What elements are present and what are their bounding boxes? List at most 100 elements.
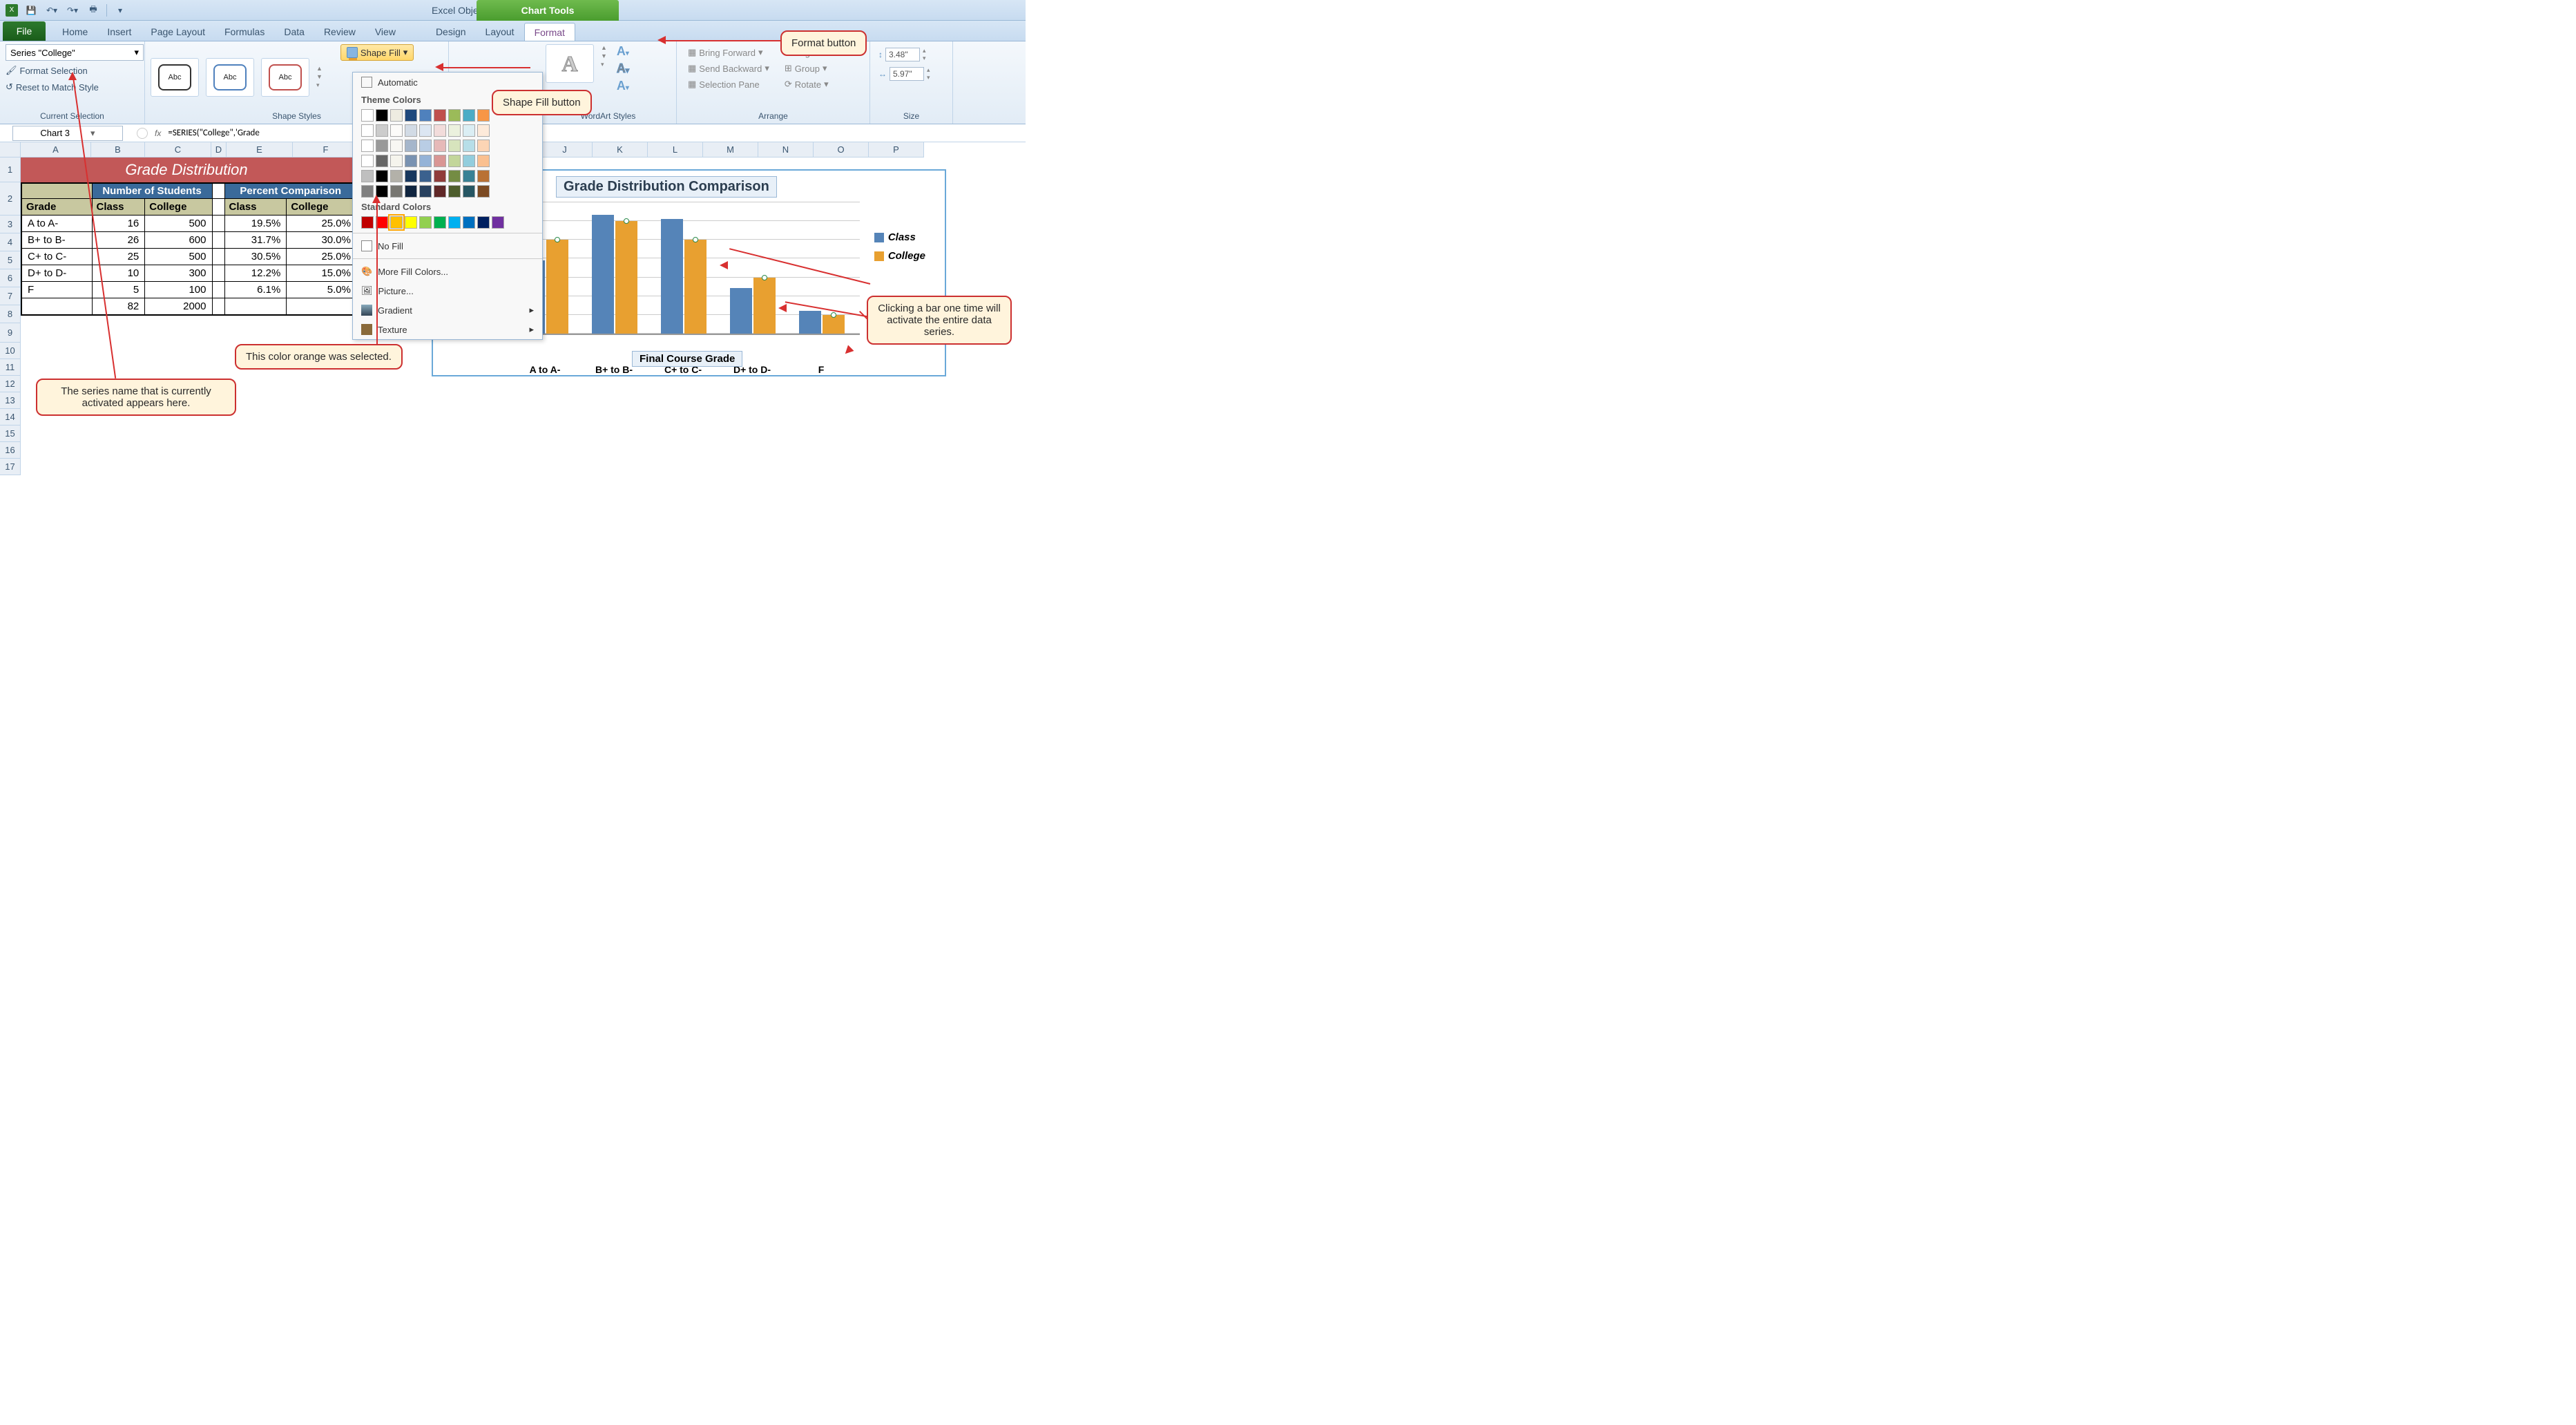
select-all-corner[interactable]	[0, 142, 21, 157]
row-header[interactable]: 11	[0, 359, 21, 376]
row-header[interactable]: 15	[0, 425, 21, 442]
group-button[interactable]: ⊞Group ▾	[782, 61, 832, 75]
column-header[interactable]: L	[648, 142, 703, 157]
bar-college[interactable]	[823, 315, 845, 334]
bar-college[interactable]	[615, 221, 637, 334]
tab-view[interactable]: View	[365, 23, 405, 41]
color-swatch[interactable]	[463, 109, 475, 122]
column-header[interactable]: N	[758, 142, 814, 157]
color-swatch[interactable]	[376, 155, 388, 167]
color-swatch[interactable]	[477, 140, 490, 152]
bar-class[interactable]	[661, 219, 683, 334]
row-header[interactable]: 2	[0, 182, 21, 216]
color-swatch[interactable]	[419, 109, 432, 122]
color-swatch[interactable]	[448, 216, 461, 229]
color-swatch[interactable]	[419, 155, 432, 167]
color-swatch[interactable]	[434, 140, 446, 152]
row-header[interactable]: 9	[0, 323, 21, 343]
color-swatch[interactable]	[390, 216, 403, 229]
color-swatch[interactable]	[448, 185, 461, 198]
color-swatch[interactable]	[448, 124, 461, 137]
color-swatch[interactable]	[376, 124, 388, 137]
column-header[interactable]: J	[537, 142, 593, 157]
color-swatch[interactable]	[434, 155, 446, 167]
text-effects-icon[interactable]: A▾	[617, 79, 629, 93]
tab-review[interactable]: Review	[314, 23, 365, 41]
row-header[interactable]: 7	[0, 287, 21, 305]
color-swatch[interactable]	[390, 109, 403, 122]
color-swatch[interactable]	[448, 170, 461, 182]
gallery-up-icon[interactable]: ▲	[316, 65, 323, 72]
tab-home[interactable]: Home	[52, 23, 97, 41]
column-header[interactable]: F	[293, 142, 359, 157]
color-swatch[interactable]	[419, 185, 432, 198]
bar-college[interactable]	[753, 278, 776, 334]
spinner-icon[interactable]: ▴▾	[927, 66, 930, 82]
color-swatch[interactable]	[448, 155, 461, 167]
column-header[interactable]: O	[814, 142, 869, 157]
color-swatch[interactable]	[419, 170, 432, 182]
color-swatch[interactable]	[376, 170, 388, 182]
color-swatch[interactable]	[463, 155, 475, 167]
height-input[interactable]: 3.48"	[885, 48, 920, 61]
tab-formulas[interactable]: Formulas	[215, 23, 274, 41]
color-swatch[interactable]	[434, 185, 446, 198]
color-swatch[interactable]	[448, 140, 461, 152]
column-header[interactable]: M	[703, 142, 758, 157]
bar-class[interactable]	[799, 311, 821, 334]
tab-design[interactable]: Design	[426, 23, 476, 41]
column-header[interactable]: P	[869, 142, 924, 157]
shape-fill-button[interactable]: Shape Fill ▾	[340, 44, 414, 61]
fill-texture[interactable]: Texture▸	[353, 320, 542, 339]
print-icon[interactable]: 🖶	[86, 3, 101, 18]
row-header[interactable]: 17	[0, 459, 21, 475]
color-swatch[interactable]	[434, 170, 446, 182]
name-box[interactable]: Chart 3 ▾	[12, 126, 123, 141]
x-axis-title[interactable]: Final Course Grade	[632, 351, 742, 367]
color-swatch[interactable]	[376, 109, 388, 122]
color-swatch[interactable]	[434, 124, 446, 137]
row-header[interactable]: 14	[0, 409, 21, 425]
color-swatch[interactable]	[463, 216, 475, 229]
tab-data[interactable]: Data	[274, 23, 314, 41]
color-swatch[interactable]	[405, 216, 417, 229]
save-icon[interactable]: 💾	[23, 3, 39, 18]
plot-area[interactable]: 5%10%0%A to A-B+ to B-C+ to C-D+ to D-F	[508, 204, 860, 335]
color-swatch[interactable]	[390, 185, 403, 198]
column-header[interactable]: B	[91, 142, 145, 157]
row-header[interactable]: 16	[0, 442, 21, 459]
spinner-icon[interactable]: ▴▾	[923, 47, 926, 62]
color-swatch[interactable]	[492, 216, 504, 229]
color-swatch[interactable]	[405, 170, 417, 182]
rotate-button[interactable]: ⟳Rotate ▾	[782, 77, 832, 91]
row-header[interactable]: 5	[0, 251, 21, 269]
more-fill-colors[interactable]: 🎨More Fill Colors...	[353, 262, 542, 281]
column-header[interactable]: K	[593, 142, 648, 157]
color-swatch[interactable]	[477, 216, 490, 229]
send-backward-button[interactable]: ▦Send Backward ▾	[685, 61, 772, 75]
color-swatch[interactable]	[390, 124, 403, 137]
row-header[interactable]: 10	[0, 343, 21, 359]
bring-forward-button[interactable]: ▦Bring Forward ▾	[685, 46, 772, 59]
text-fill-icon[interactable]: A▾	[617, 44, 629, 59]
shape-style-3[interactable]: Abc	[261, 58, 309, 97]
row-header[interactable]: 1	[0, 157, 21, 182]
row-header[interactable]: 6	[0, 269, 21, 287]
color-swatch[interactable]	[405, 124, 417, 137]
shape-style-2[interactable]: Abc	[206, 58, 254, 97]
column-header[interactable]: D	[211, 142, 227, 157]
gallery-up-icon[interactable]: ▲	[601, 44, 607, 51]
column-header[interactable]: A	[21, 142, 91, 157]
gallery-down-icon[interactable]: ▼	[601, 52, 607, 59]
color-swatch[interactable]	[477, 155, 490, 167]
color-swatch[interactable]	[361, 155, 374, 167]
chart-element-dropdown[interactable]: Series "College" ▾	[6, 44, 144, 61]
color-swatch[interactable]	[405, 140, 417, 152]
color-swatch[interactable]	[477, 124, 490, 137]
color-swatch[interactable]	[419, 140, 432, 152]
undo-icon[interactable]: ↶▾	[44, 3, 59, 18]
color-swatch[interactable]	[477, 170, 490, 182]
fill-automatic[interactable]: Automatic	[353, 73, 542, 92]
column-header[interactable]: C	[145, 142, 211, 157]
color-swatch[interactable]	[405, 155, 417, 167]
